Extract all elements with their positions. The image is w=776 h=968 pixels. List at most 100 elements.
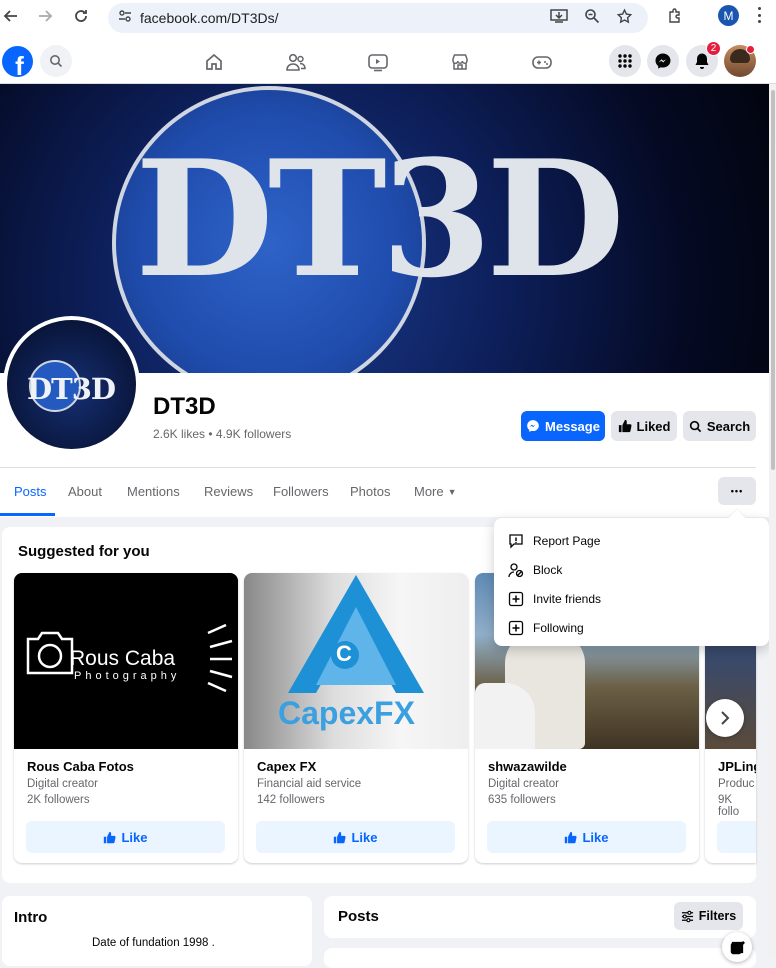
- post-composer-card: [324, 948, 756, 968]
- menu-item-label: Following: [533, 620, 584, 635]
- tab-photos[interactable]: Photos: [350, 484, 390, 499]
- gaming-icon[interactable]: [530, 50, 554, 74]
- page-name: DT3D: [153, 393, 216, 420]
- search-icon: [689, 420, 702, 432]
- zoom-icon[interactable]: [581, 5, 603, 27]
- home-icon[interactable]: [202, 50, 226, 74]
- menu-item-report[interactable]: Report Page: [494, 526, 769, 555]
- thumbs-up-icon: [334, 831, 347, 843]
- menu-grid-icon[interactable]: [609, 45, 641, 77]
- watch-icon[interactable]: [366, 50, 390, 74]
- tab-posts[interactable]: Posts: [14, 484, 47, 499]
- like-button[interactable]: Like: [256, 821, 455, 853]
- card-category: Financial aid service: [257, 778, 362, 790]
- filters-button[interactable]: Filters: [674, 902, 743, 930]
- page-options-menu: Report Page Block Invite friends Followi…: [494, 518, 769, 646]
- cover-logo-text: DT3D: [135, 125, 625, 313]
- card-logo-main: CapexFX: [278, 695, 415, 731]
- page-stats[interactable]: 2.6K likes • 4.9K followers: [153, 427, 291, 441]
- card-category: Digital creator: [488, 778, 559, 790]
- intro-title: Intro: [14, 909, 48, 926]
- facebook-navbar: f: [0, 40, 776, 84]
- filters-label: Filters: [698, 909, 737, 923]
- card-name[interactable]: Capex FX: [257, 759, 316, 774]
- card-logo-letter: C: [336, 641, 352, 666]
- menu-item-label: Invite friends: [533, 591, 602, 606]
- tab-more-label: More: [414, 484, 444, 499]
- compose-button[interactable]: [722, 932, 752, 962]
- menu-item-label: Block: [533, 562, 563, 577]
- intro-card: [2, 896, 312, 966]
- tab-more[interactable]: More ▼: [414, 484, 457, 499]
- card-name[interactable]: shwazawilde: [488, 759, 567, 774]
- back-icon[interactable]: [0, 5, 22, 27]
- menu-item-following[interactable]: Following: [494, 613, 769, 642]
- site-settings-icon[interactable]: [118, 9, 132, 28]
- profile-picture[interactable]: DT3D: [3, 316, 140, 453]
- intro-text: Date of fundation 1998 .: [92, 937, 215, 949]
- extensions-icon[interactable]: [664, 5, 686, 27]
- flash-lines-icon: [207, 623, 233, 693]
- bookmark-star-icon[interactable]: [613, 5, 635, 27]
- search-label: Search: [706, 418, 751, 434]
- tab-mentions[interactable]: Mentions: [127, 484, 180, 499]
- reload-icon[interactable]: [70, 5, 92, 27]
- capex-logo-icon: [288, 575, 424, 693]
- scrollbar-thumb[interactable]: [771, 90, 775, 470]
- menu-item-block[interactable]: Block: [494, 555, 769, 584]
- forward-icon[interactable]: [34, 5, 56, 27]
- facebook-logo[interactable]: f: [2, 46, 33, 77]
- message-button[interactable]: Message: [521, 411, 605, 441]
- tab-about[interactable]: About: [68, 484, 102, 499]
- like-button[interactable]: Like: [26, 821, 225, 853]
- active-tab-indicator: [0, 513, 55, 516]
- block-user-icon: [507, 561, 525, 579]
- search-icon[interactable]: [40, 45, 72, 77]
- card-logo-sub: Photography: [74, 670, 181, 682]
- suggested-card[interactable]: Rous Caba Photography Rous Caba Fotos Di…: [14, 573, 238, 863]
- invite-icon: [507, 590, 525, 608]
- car-shape: [475, 683, 535, 749]
- search-button[interactable]: Search: [683, 411, 756, 441]
- card-category: Produc: [718, 778, 755, 790]
- profile-avatar[interactable]: M: [718, 5, 739, 26]
- page-options-button[interactable]: •••: [718, 477, 756, 505]
- next-arrow-button[interactable]: [706, 699, 744, 737]
- card-followers: 9K follo: [718, 794, 740, 818]
- tab-reviews[interactable]: Reviews: [204, 484, 253, 499]
- browser-menu-icon[interactable]: [758, 7, 762, 23]
- liked-button[interactable]: Liked: [611, 411, 677, 441]
- following-icon: [507, 619, 525, 637]
- friends-icon[interactable]: [284, 50, 308, 74]
- cover-photo[interactable]: DT3D: [0, 84, 769, 373]
- message-label: Message: [545, 418, 600, 434]
- notification-count-badge: 2: [706, 41, 721, 56]
- filters-icon: [681, 910, 693, 922]
- like-button[interactable]: Like: [487, 821, 686, 853]
- like-label: Like: [121, 829, 148, 845]
- like-button[interactable]: [717, 821, 756, 853]
- card-logo-main: Rous Caba: [70, 647, 176, 670]
- chevron-right-icon: [721, 711, 730, 725]
- menu-item-label: Report Page: [533, 533, 601, 548]
- edit-icon: [730, 940, 745, 954]
- card-name[interactable]: JPLing: [718, 759, 756, 774]
- install-app-icon[interactable]: [548, 5, 570, 27]
- account-alert-dot: [746, 45, 755, 54]
- suggested-card[interactable]: C CapexFX Capex FX Financial aid service…: [244, 573, 468, 863]
- card-category: Digital creator: [27, 778, 98, 790]
- tab-followers[interactable]: Followers: [273, 484, 329, 499]
- menu-item-invite[interactable]: Invite friends: [494, 584, 769, 613]
- browser-toolbar: facebook.com/DT3Ds/ M: [0, 0, 776, 40]
- card-name[interactable]: Rous Caba Fotos: [27, 759, 134, 774]
- more-dots-icon: •••: [730, 486, 744, 496]
- marketplace-icon[interactable]: [448, 50, 472, 74]
- thumbs-up-icon: [104, 831, 117, 843]
- card-followers: 635 followers: [488, 794, 556, 806]
- profile-logo-text: DT3D: [27, 372, 116, 406]
- posts-title: Posts: [338, 908, 379, 925]
- caret-down-icon: ▼: [447, 486, 457, 497]
- messenger-icon[interactable]: [647, 45, 679, 77]
- card-followers: 142 followers: [257, 794, 325, 806]
- card-image: Rous Caba Photography: [14, 573, 238, 749]
